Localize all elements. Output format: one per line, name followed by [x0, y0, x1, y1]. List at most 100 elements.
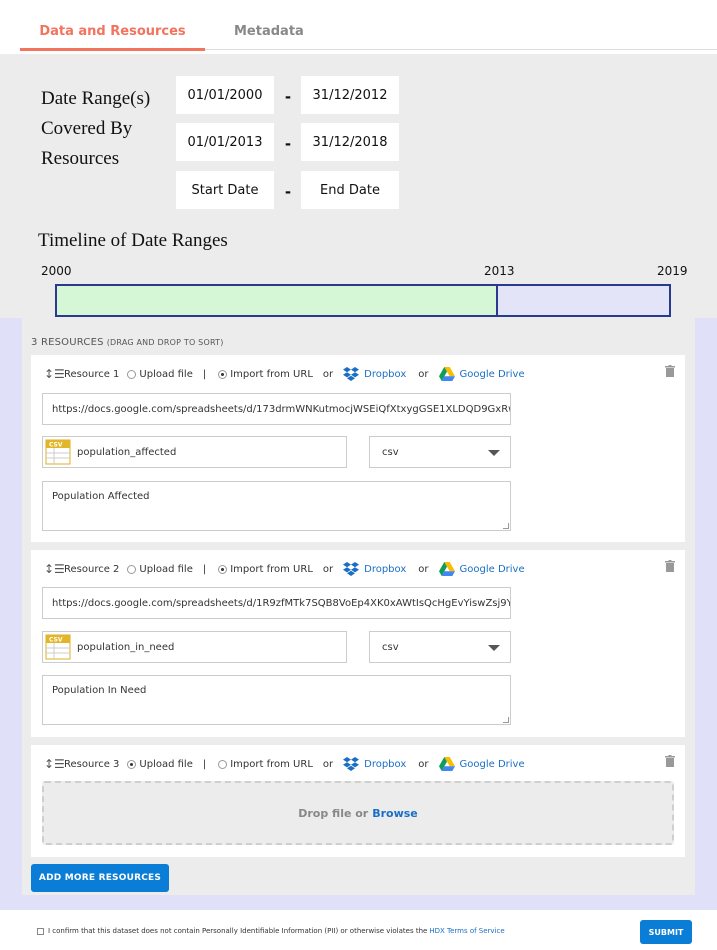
resources-header: 3 RESOURCES (DRAG AND DROP TO SORT) — [31, 337, 224, 348]
browse-link[interactable]: Browse — [372, 807, 418, 820]
tab-bar: Data and Resources Metadata — [0, 0, 717, 54]
file-dropzone[interactable]: Drop file or Browse — [42, 781, 674, 845]
resource-card: ↕☰ Resource 1 Upload file | Import from … — [31, 355, 685, 542]
google-drive-button[interactable]: Google Drive — [438, 562, 525, 576]
timeline-year-start: 2000 — [41, 264, 72, 278]
resize-handle-icon[interactable] — [503, 717, 509, 723]
format-value: csv — [382, 446, 399, 458]
resource-card: ↕☰ Resource 2 Upload file | Import from … — [31, 550, 685, 737]
format-select[interactable]: csv — [369, 631, 511, 663]
timeline-range-1 — [57, 286, 498, 315]
google-drive-label: Google Drive — [459, 563, 525, 575]
import-url-option[interactable]: Import from URL — [218, 369, 313, 380]
drag-handle-icon[interactable]: ↕☰ — [44, 757, 65, 771]
or-text: or — [418, 758, 429, 770]
trash-icon[interactable] — [665, 755, 675, 767]
google-drive-icon — [438, 562, 455, 576]
google-drive-label: Google Drive — [459, 758, 525, 770]
radio-url[interactable] — [218, 759, 228, 769]
chevron-down-icon — [488, 450, 500, 456]
chevron-down-icon — [488, 645, 500, 651]
upload-file-option[interactable]: Upload file — [127, 369, 193, 380]
timeline-bar — [55, 284, 671, 317]
import-url-label: Import from URL — [230, 368, 313, 380]
resize-handle-icon[interactable] — [503, 523, 509, 529]
dropbox-button[interactable]: Dropbox — [343, 367, 406, 381]
pii-checkbox[interactable] — [37, 927, 44, 935]
tab-divider — [205, 49, 717, 50]
resource-options: ↕☰ Resource 3 Upload file | Import from … — [44, 756, 535, 772]
import-url-label: Import from URL — [230, 563, 313, 575]
or-text: or — [322, 758, 334, 770]
google-drive-label: Google Drive — [459, 368, 525, 380]
resource-url-input[interactable]: https://docs.google.com/spreadsheets/d/1… — [42, 393, 511, 425]
radio-upload[interactable] — [127, 759, 137, 769]
resource-description-input[interactable]: Population Affected — [42, 481, 511, 531]
end-date-input-1[interactable]: 31/12/2012 — [301, 76, 399, 114]
dropbox-button[interactable]: Dropbox — [343, 562, 406, 576]
timeline-year-mid: 2013 — [484, 264, 515, 278]
radio-url[interactable] — [218, 564, 228, 574]
option-separator: | — [202, 368, 207, 380]
tab-metadata[interactable]: Metadata — [234, 24, 304, 39]
or-text: or — [322, 368, 334, 380]
resources-count: 3 RESOURCES — [31, 337, 104, 348]
or-text: or — [418, 368, 429, 380]
google-drive-button[interactable]: Google Drive — [438, 757, 525, 771]
dropbox-icon — [343, 562, 360, 576]
submit-button[interactable]: SUBMIT — [640, 920, 692, 944]
active-tab-indicator — [20, 48, 205, 51]
pii-confirmation: I confirm that this dataset does not con… — [37, 927, 505, 935]
resource-description-value: Population Affected — [52, 491, 150, 502]
import-url-label: Import from URL — [230, 758, 313, 770]
resource-label: Resource 1 — [64, 368, 120, 380]
timeline-title: Timeline of Date Ranges — [38, 230, 228, 251]
import-url-option[interactable]: Import from URL — [218, 759, 313, 770]
drag-handle-icon[interactable]: ↕☰ — [44, 562, 65, 576]
resource-description-value: Population In Need — [52, 685, 147, 696]
add-more-resources-button[interactable]: ADD MORE RESOURCES — [31, 864, 169, 892]
upload-file-option[interactable]: Upload file — [127, 563, 193, 575]
option-separator: | — [202, 758, 207, 770]
trash-icon[interactable] — [665, 365, 675, 377]
date-separator: - — [285, 181, 291, 201]
resource-options: ↕☰ Resource 1 Upload file | Import from … — [44, 366, 535, 382]
radio-upload[interactable] — [127, 369, 137, 379]
csv-file-icon: CSV — [45, 634, 71, 660]
upload-file-label: Upload file — [139, 758, 193, 770]
end-date-input-3[interactable]: End Date — [301, 171, 399, 209]
resource-name-input[interactable]: CSV population_in_need — [42, 631, 347, 663]
resource-name-value: population_in_need — [77, 641, 175, 653]
resources-sort-hint: (DRAG AND DROP TO SORT) — [106, 338, 224, 347]
upload-file-option[interactable]: Upload file — [127, 758, 193, 770]
resource-description-input[interactable]: Population In Need — [42, 675, 511, 725]
date-separator: - — [285, 86, 291, 106]
trash-icon[interactable] — [665, 560, 675, 572]
resources-list: 3 RESOURCES (DRAG AND DROP TO SORT) ↕☰ R… — [22, 318, 695, 895]
end-date-input-2[interactable]: 31/12/2018 — [301, 123, 399, 161]
resource-name-input[interactable]: CSV population_affected — [42, 436, 347, 468]
start-date-input-2[interactable]: 01/01/2013 — [176, 123, 274, 161]
resources-section: 3 RESOURCES (DRAG AND DROP TO SORT) ↕☰ R… — [0, 318, 717, 950]
start-date-input-1[interactable]: 01/01/2000 — [176, 76, 274, 114]
upload-file-label: Upload file — [139, 563, 193, 575]
start-date-input-3[interactable]: Start Date — [176, 171, 274, 209]
resource-url-input[interactable]: https://docs.google.com/spreadsheets/d/1… — [42, 587, 511, 619]
import-url-option[interactable]: Import from URL — [218, 564, 313, 575]
google-drive-button[interactable]: Google Drive — [438, 367, 525, 381]
resource-options: ↕☰ Resource 2 Upload file | Import from … — [44, 561, 535, 577]
csv-file-icon: CSV — [45, 439, 71, 465]
terms-of-service-link[interactable]: HDX Terms of Service — [429, 927, 504, 935]
dropbox-label: Dropbox — [364, 563, 407, 575]
radio-url[interactable] — [218, 369, 228, 379]
resource-label: Resource 3 — [64, 758, 120, 770]
drag-handle-icon[interactable]: ↕☰ — [44, 367, 65, 381]
google-drive-icon — [438, 757, 455, 771]
dropbox-button[interactable]: Dropbox — [343, 757, 406, 771]
resource-label: Resource 2 — [64, 563, 120, 575]
pii-confirm-text: I confirm that this dataset does not con… — [48, 927, 428, 935]
tab-data-and-resources[interactable]: Data and Resources — [20, 24, 205, 39]
radio-upload[interactable] — [127, 564, 137, 574]
format-select[interactable]: csv — [369, 436, 511, 468]
svg-text:CSV: CSV — [49, 442, 63, 449]
